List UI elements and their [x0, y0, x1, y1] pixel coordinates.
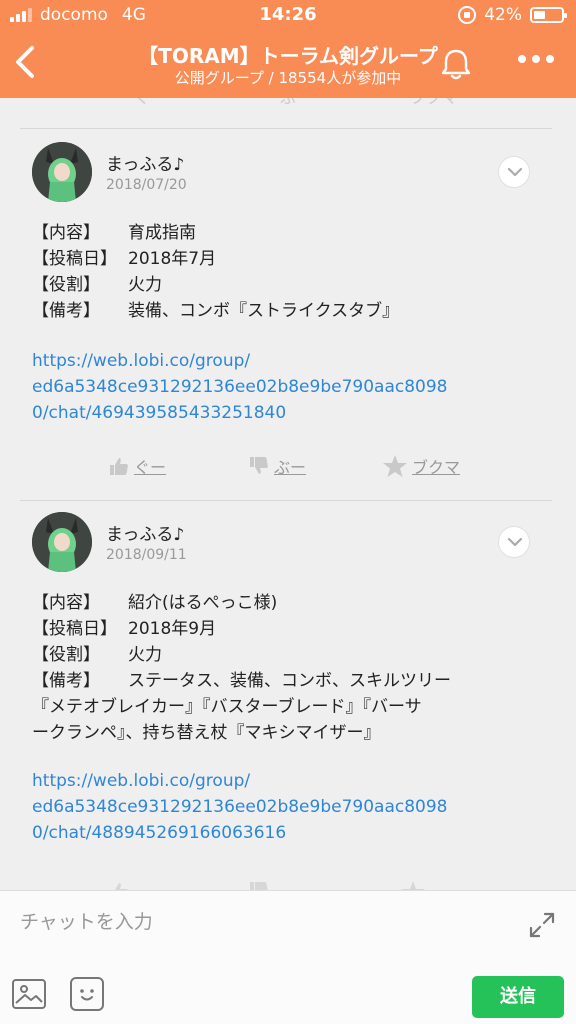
- field-value: 2018年9月: [128, 619, 217, 639]
- image-icon[interactable]: [12, 979, 46, 1009]
- rotation-lock-icon: [458, 6, 477, 24]
- field-value: 2018年7月: [128, 249, 217, 269]
- field-key: 【内容】: [32, 223, 100, 243]
- group-title: 【TORAM】トーラム剣グループ: [138, 44, 438, 68]
- thumbs-up-icon: [110, 883, 128, 890]
- post-date: 2018/07/20: [106, 177, 187, 193]
- post-author[interactable]: まっふる♪: [106, 150, 184, 175]
- status-bar: docomo 4G 14:26 42%: [0, 0, 576, 30]
- link-line[interactable]: 0/chat/469439585433251840: [32, 400, 552, 426]
- field-value: 火力: [128, 645, 162, 665]
- post-actions: ぐー ぶー ブクマ: [0, 454, 576, 484]
- link-line[interactable]: 0/chat/488945269166063616: [32, 820, 552, 846]
- post-actions-cutoff: [0, 880, 576, 890]
- star-icon: [383, 455, 407, 477]
- field-key: 【投稿日】: [32, 619, 117, 639]
- thumbs-down-icon: [250, 882, 268, 890]
- ghost-bookmark-label[interactable]: ブクマ: [410, 98, 458, 108]
- ghost-like-label[interactable]: ぐー: [134, 98, 166, 108]
- ghost-dislike-label[interactable]: ぶー: [280, 98, 312, 108]
- app-header: docomo 4G 14:26 42% 【TORAM】トーラム剣グループ 公開グ…: [0, 0, 576, 98]
- dislike-button[interactable]: [248, 880, 270, 890]
- field-key: 【備考】: [32, 301, 100, 321]
- post-body: 【内容】 育成指南 【投稿日】 2018年7月 【役割】 火力 【備考】 装備、コンボ『…: [32, 220, 552, 324]
- post-link[interactable]: https://web.lobi.co/group/ ed6a5348ce931…: [32, 348, 552, 426]
- field-value: ステータス、装備、コンボ、スキルツリー: [128, 671, 451, 691]
- avatar[interactable]: [32, 512, 92, 572]
- chevron-down-icon: [507, 537, 523, 547]
- battery-icon: [530, 7, 567, 23]
- more-horizontal-icon[interactable]: [518, 55, 554, 63]
- post-author[interactable]: まっふる♪: [106, 520, 184, 545]
- field-key: 【役割】: [32, 645, 100, 665]
- group-subtitle: 公開グループ / 18554人が参加中: [174, 69, 402, 87]
- chat-feed[interactable]: ぐー ぶー ブクマ まっふる♪ 2018/07/20 【内容】 育成指南 【投稿日…: [0, 98, 576, 890]
- divider: [20, 128, 552, 129]
- previous-post-actions: ぐー ぶー ブクマ: [0, 98, 576, 114]
- link-line[interactable]: ed6a5348ce931292136ee02b8e9be790aac8098: [32, 374, 552, 400]
- post-body: 【内容】 紹介(はるぺっこ様) 【投稿日】 2018年9月 【役割】 火力 【備考】 ス…: [32, 590, 552, 746]
- send-button[interactable]: 送信: [472, 976, 564, 1018]
- bookmark-button[interactable]: [400, 880, 426, 890]
- avatar[interactable]: [32, 142, 92, 202]
- bookmark-label: ブクマ: [412, 458, 461, 477]
- expand-icon[interactable]: [528, 911, 556, 939]
- sticker-icon[interactable]: [70, 977, 104, 1011]
- field-value: 育成指南: [128, 223, 196, 243]
- chevron-down-icon: [507, 167, 523, 177]
- field-value: 紹介(はるぺっこ様): [128, 593, 278, 613]
- field-key: 【役割】: [32, 275, 100, 295]
- field-value: 火力: [128, 275, 162, 295]
- link-line[interactable]: ed6a5348ce931292136ee02b8e9be790aac8098: [32, 794, 552, 820]
- field-key: 【投稿日】: [32, 249, 117, 269]
- thumbs-up-icon: [110, 458, 128, 475]
- bookmark-button[interactable]: ブクマ: [382, 454, 460, 478]
- dislike-label: ぶー: [274, 458, 307, 477]
- body-line: ークランペ』、持ち替え杖『マキシマイザー』: [32, 723, 381, 743]
- field-key: 【内容】: [32, 593, 100, 613]
- nav-bar: 【TORAM】トーラム剣グループ 公開グループ / 18554人が参加中: [0, 30, 576, 98]
- thumbs-down-icon: [250, 457, 268, 474]
- field-key: 【備考】: [32, 671, 100, 691]
- star-icon: [401, 881, 425, 890]
- link-line[interactable]: https://web.lobi.co/group/: [32, 348, 552, 374]
- bell-icon[interactable]: [438, 46, 474, 82]
- post-link[interactable]: https://web.lobi.co/group/ ed6a5348ce931…: [32, 768, 552, 846]
- divider: [20, 500, 552, 501]
- chat-input[interactable]: チャットを入力: [20, 907, 153, 934]
- like-button[interactable]: ぐー: [108, 454, 166, 478]
- post-menu-button[interactable]: [498, 526, 530, 558]
- like-label: ぐー: [134, 458, 167, 477]
- body-line: 『メテオブレイカー』『バスターブレード』『バーサ: [32, 697, 422, 717]
- post-menu-button[interactable]: [498, 156, 530, 188]
- link-line[interactable]: https://web.lobi.co/group/: [32, 768, 552, 794]
- dislike-button[interactable]: ぶー: [248, 454, 306, 478]
- post-date: 2018/09/11: [106, 547, 187, 563]
- field-value: 装備、コンボ『ストライクスタブ』: [128, 301, 400, 321]
- like-button[interactable]: [108, 880, 130, 890]
- battery-percent: 42%: [484, 5, 522, 25]
